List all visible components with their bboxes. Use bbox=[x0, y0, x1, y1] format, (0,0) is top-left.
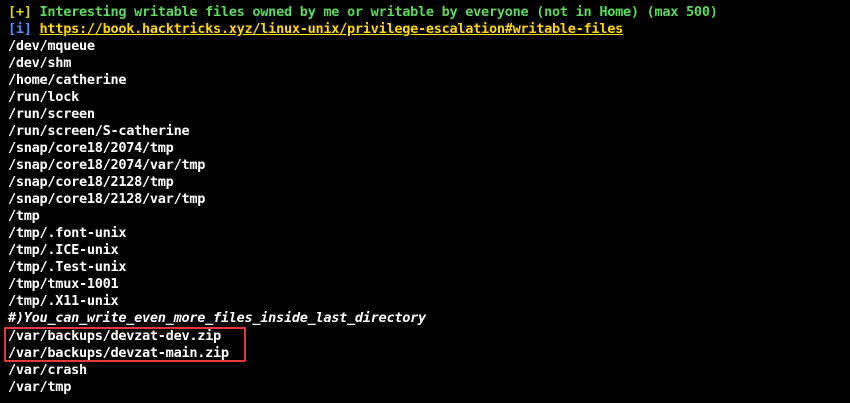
section-title: Interesting writable files owned by me o… bbox=[39, 4, 718, 20]
path-line: /snap/core18/2128/var/tmp bbox=[8, 191, 206, 207]
path-line: /run/screen bbox=[8, 106, 95, 122]
hacktricks-link[interactable]: https://book.hacktricks.xyz/linux-unix/p… bbox=[40, 21, 624, 37]
path-line: /run/screen/S-catherine bbox=[8, 123, 190, 139]
section-header: [+] Interesting writable files owned by … bbox=[8, 4, 718, 21]
path-line: /dev/mqueue bbox=[8, 38, 95, 54]
path-line: /tmp bbox=[8, 208, 40, 224]
path-line: /tmp/.ICE-unix bbox=[8, 242, 119, 258]
path-line: /snap/core18/2074/tmp bbox=[8, 140, 174, 156]
path-line: /tmp/tmux-1001 bbox=[8, 276, 119, 292]
path-line: /snap/core18/2128/tmp bbox=[8, 174, 174, 190]
header-prefix: [+] bbox=[8, 4, 32, 20]
highlight-box bbox=[4, 327, 246, 362]
path-line: /snap/core18/2074/var/tmp bbox=[8, 157, 206, 173]
terminal-output: [+] Interesting writable files owned by … bbox=[0, 0, 850, 403]
path-line: /home/catherine bbox=[8, 72, 127, 88]
path-line: /var/tmp bbox=[8, 379, 72, 395]
info-line: [i] https://book.hacktricks.xyz/linux-un… bbox=[8, 21, 623, 38]
path-line: /tmp/.font-unix bbox=[8, 225, 127, 241]
path-line: /run/lock bbox=[8, 89, 79, 105]
path-line: /var/crash bbox=[8, 362, 87, 378]
info-prefix: [i] bbox=[8, 21, 32, 37]
path-line: /tmp/.X11-unix bbox=[8, 293, 119, 309]
path-line: /dev/shm bbox=[8, 55, 72, 71]
hint-line: #)You_can_write_even_more_files_inside_l… bbox=[8, 310, 426, 326]
path-line: /tmp/.Test-unix bbox=[8, 259, 127, 275]
